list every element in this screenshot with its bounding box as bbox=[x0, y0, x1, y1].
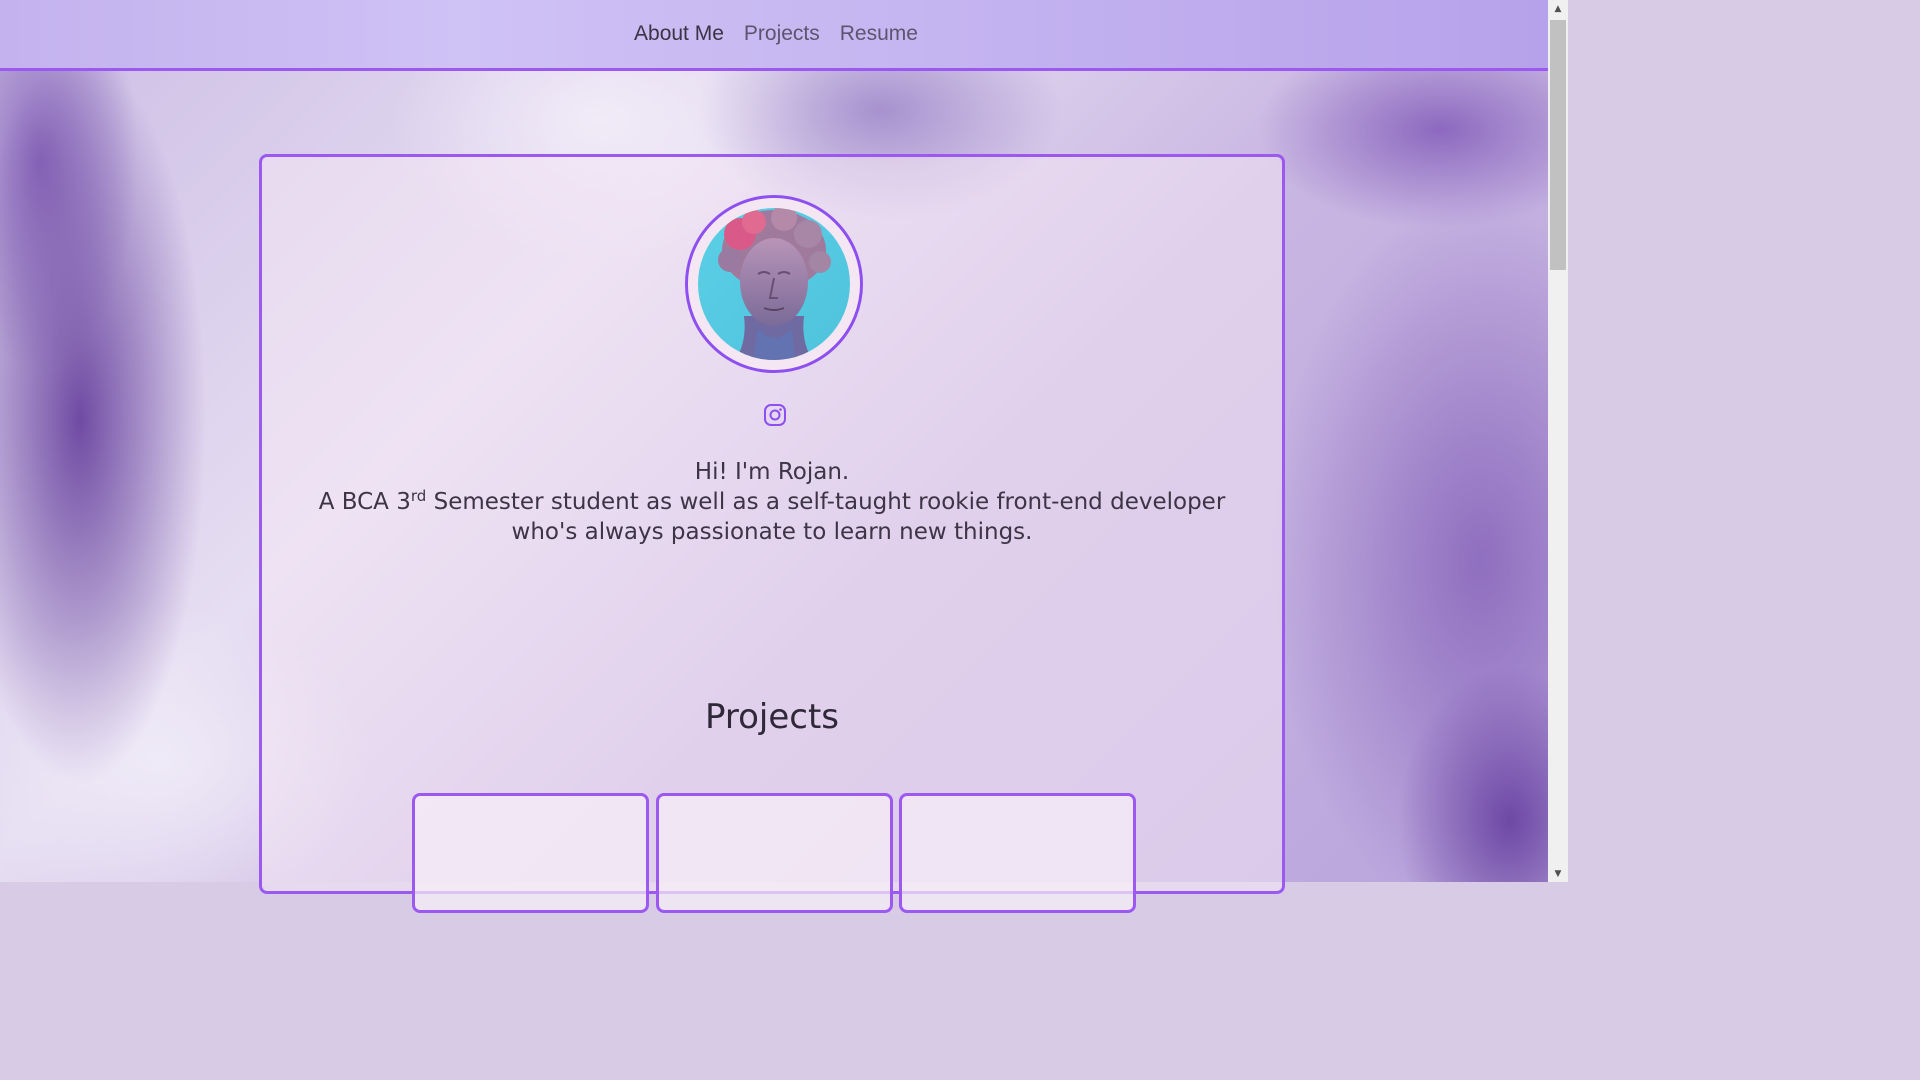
scroll-up-arrow-icon[interactable]: ▲ bbox=[1548, 0, 1568, 17]
nav-link-resume[interactable]: Resume bbox=[840, 22, 918, 46]
project-card-2[interactable] bbox=[656, 793, 893, 913]
projects-heading: Projects bbox=[704, 697, 840, 737]
nav-link-projects[interactable]: Projects bbox=[744, 22, 820, 46]
bio-line-1: A BCA 3rd Semester student as well as a … bbox=[262, 487, 1282, 517]
bio-line-2: who's always passionate to learn new thi… bbox=[511, 519, 1033, 545]
nav-link-about-me[interactable]: About Me bbox=[634, 22, 724, 46]
about-card: Hi! I'm Rojan. A BCA 3rd Semester studen… bbox=[259, 154, 1285, 913]
instagram-icon[interactable] bbox=[763, 403, 787, 427]
scrollbar-thumb[interactable] bbox=[1550, 20, 1566, 270]
nav-links: About Me Projects Resume bbox=[630, 22, 918, 46]
scroll-down-arrow-icon[interactable]: ▼ bbox=[1548, 865, 1568, 882]
greeting: Hi! I'm Rojan. bbox=[694, 459, 850, 485]
statue-bust-avatar bbox=[685, 195, 863, 373]
project-card-1[interactable] bbox=[412, 793, 649, 913]
ordinal-suffix: rd bbox=[410, 487, 427, 505]
project-card-3[interactable] bbox=[899, 793, 1136, 913]
top-navbar: About Me Projects Resume bbox=[0, 0, 1548, 71]
bio-line-1-rest: Semester student as well as a self-taugh… bbox=[426, 489, 1226, 515]
bio-prefix: A BCA 3 bbox=[318, 489, 411, 515]
vertical-scrollbar[interactable]: ▲ ▼ bbox=[1548, 0, 1568, 882]
intro-text: Hi! I'm Rojan. A BCA 3rd Semester studen… bbox=[262, 457, 1282, 547]
